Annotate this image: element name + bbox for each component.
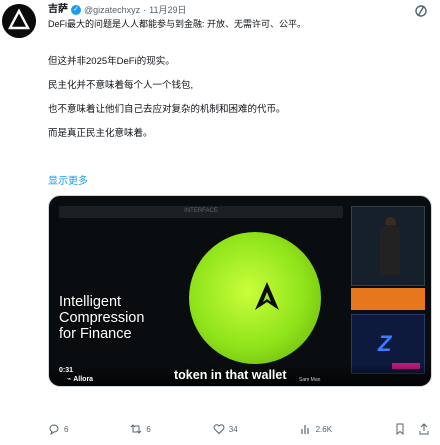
- share-button[interactable]: [418, 423, 430, 435]
- speaker-thumbnail: [351, 206, 425, 286]
- post-body: 但这并非2025年DeFi的现实。 民主化并不意味着每个人一个钱包, 也不意味着…: [48, 56, 428, 152]
- post-line: 民主化并不意味着每个人一个钱包,: [48, 80, 194, 91]
- overlay-title-line: Intelligent: [59, 294, 122, 310]
- post-line: 而是真正民主化意味着。: [48, 128, 153, 139]
- video-caption: token in that wallet: [174, 368, 287, 382]
- post-date[interactable]: 11月29日: [149, 4, 186, 16]
- like-count: 34: [228, 424, 238, 434]
- video-player[interactable]: INTERFACE Z Intelligent Compression for …: [48, 195, 432, 387]
- reply-count: 6: [64, 424, 69, 434]
- post-actions: 6 6 34 2.6K: [48, 423, 430, 435]
- like-button[interactable]: 34: [213, 423, 238, 435]
- share-icon: [419, 423, 429, 435]
- speaker-body: [380, 225, 400, 275]
- video-brand-label: Allora: [73, 375, 94, 383]
- video-side-panel: Z: [351, 206, 425, 378]
- post-secondary-actions: [394, 423, 430, 435]
- post-header: 吉萨 ✓ @gizatechxyz · 11月29日 DeFi最大的问题是人人都…: [48, 4, 428, 30]
- heart-icon: [213, 424, 225, 435]
- giza-logo-icon: [2, 4, 36, 38]
- avatar[interactable]: [2, 4, 36, 38]
- views-icon: [300, 425, 309, 434]
- bookmark-icon: [396, 423, 404, 435]
- author-name[interactable]: 吉萨: [48, 4, 68, 16]
- grok-icon[interactable]: [414, 4, 428, 18]
- show-more-link[interactable]: 显示更多: [48, 172, 88, 187]
- event-logo-icon: Z: [378, 331, 392, 356]
- orange-block: [351, 288, 425, 310]
- reply-button[interactable]: 6: [48, 423, 68, 435]
- post-line: 也不意味着让他们自己去应对复杂的机制和困难的代币。: [48, 104, 286, 115]
- views-count: 2.6K: [315, 424, 333, 434]
- video-brand: ⌁ Allora: [67, 375, 94, 384]
- overlay-title-line: for Finance: [59, 326, 132, 342]
- video-top-bar-label: INTERFACE: [184, 208, 218, 214]
- repost-button[interactable]: 6: [130, 423, 151, 435]
- separator-dot: ·: [143, 5, 147, 15]
- overlay-title-line: Compression: [59, 310, 145, 326]
- allora-small-icon: ⌁: [67, 376, 72, 383]
- post-first-line: DeFi最大的问题是人人都能参与到金融: 开放、无需许可、公平。: [48, 19, 307, 29]
- views-button[interactable]: 2.6K: [300, 423, 332, 435]
- reply-icon: [49, 424, 59, 435]
- bookmark-button[interactable]: [394, 423, 406, 435]
- repost-count: 6: [146, 424, 151, 434]
- verified-badge-icon: ✓: [71, 5, 81, 15]
- post-line: 但这并非2025年DeFi的现实。: [48, 56, 175, 67]
- video-timestamp: 0:31: [59, 367, 74, 374]
- video-overlay-title: Intelligent Compression for Finance: [59, 294, 144, 342]
- author-handle[interactable]: @gizatechxyz: [84, 4, 140, 16]
- allora-star-icon: [255, 282, 279, 310]
- repost-icon: [131, 424, 142, 434]
- video-top-bar: INTERFACE: [59, 206, 343, 218]
- video-caption-small: Sam Man: [299, 377, 321, 383]
